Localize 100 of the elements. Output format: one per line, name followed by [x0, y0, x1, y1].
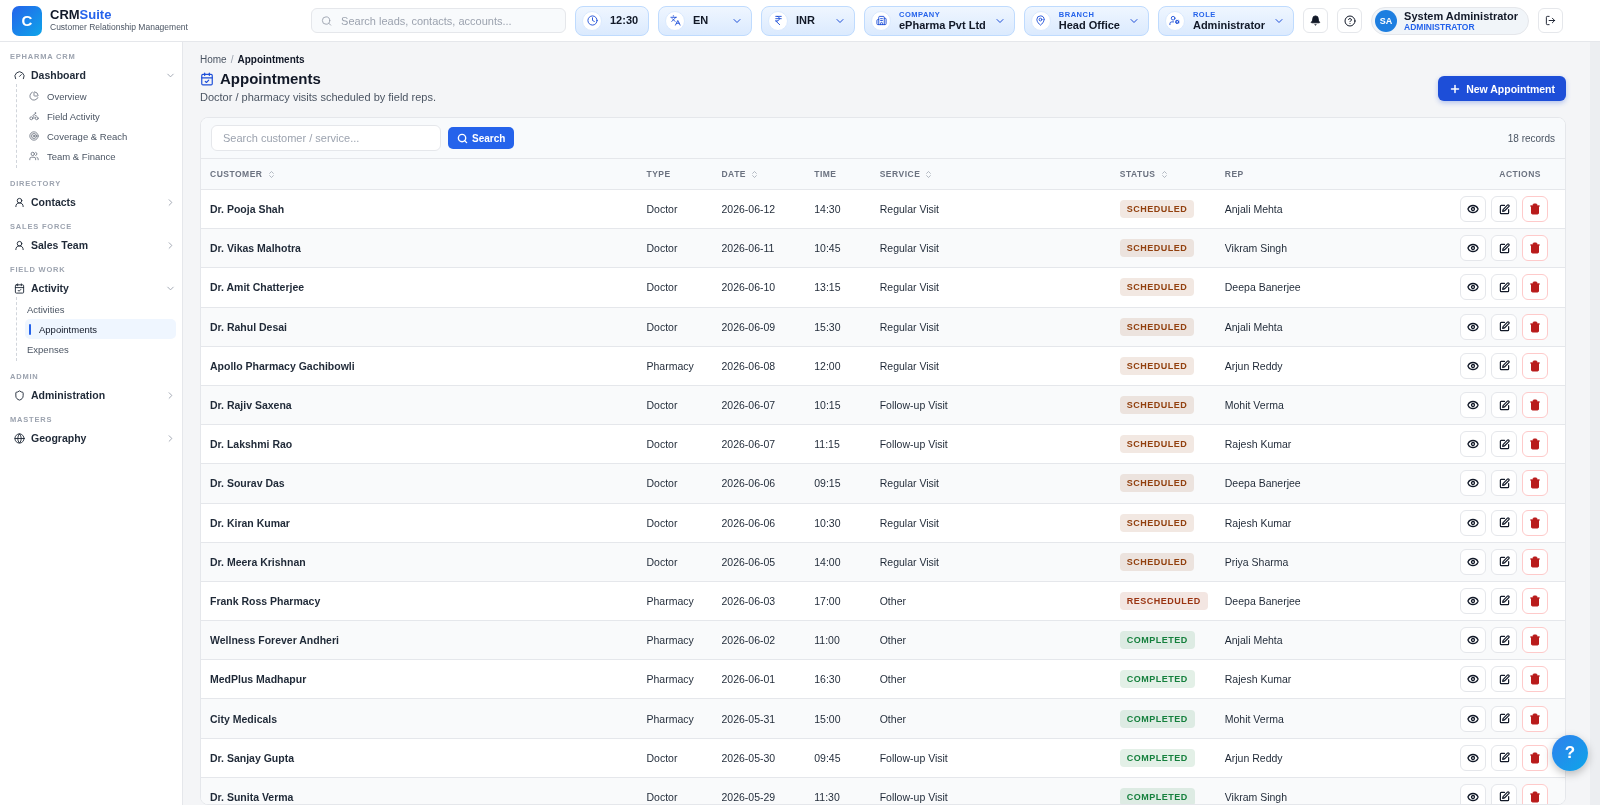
delete-button[interactable]	[1522, 431, 1548, 458]
table-cell: Dr. Sunita Verma	[201, 777, 638, 804]
view-button[interactable]	[1460, 666, 1486, 693]
edit-button[interactable]	[1491, 196, 1517, 223]
delete-button[interactable]	[1522, 548, 1548, 575]
delete-button[interactable]	[1522, 392, 1548, 419]
edit-button[interactable]	[1491, 705, 1517, 732]
nav-subitem[interactable]: Activities	[25, 299, 176, 319]
edit-button[interactable]	[1491, 352, 1517, 379]
time-selector[interactable]: 12:30	[575, 5, 649, 36]
new-appointment-button[interactable]: New Appointment	[1438, 76, 1566, 101]
table-cell: Dr. Lakshmi Rao	[201, 424, 638, 464]
view-button[interactable]	[1460, 783, 1486, 804]
view-button[interactable]	[1460, 274, 1486, 301]
nav-item[interactable]: Dashboard	[10, 66, 176, 84]
table-cell: 2026-05-31	[712, 698, 806, 739]
view-button[interactable]	[1460, 548, 1486, 575]
view-button[interactable]	[1460, 196, 1486, 223]
edit-button[interactable]	[1491, 274, 1517, 301]
nav-subitem[interactable]: Coverage & Reach	[25, 126, 176, 146]
page-subtitle: Doctor / pharmacy visits scheduled by field reps.	[200, 91, 436, 103]
nav-item[interactable]: Activity	[10, 279, 176, 297]
view-button[interactable]	[1460, 431, 1486, 458]
column-header[interactable]: CUSTOMER	[210, 169, 276, 179]
edit-button[interactable]	[1491, 313, 1517, 340]
edit-button[interactable]	[1491, 470, 1517, 497]
search-field[interactable]: Search customer / service...	[211, 125, 441, 151]
edit-icon	[1498, 713, 1510, 725]
column-header[interactable]: STATUS	[1119, 169, 1169, 179]
edit-button[interactable]	[1491, 431, 1517, 458]
search-input[interactable]: Search customer / service...	[221, 131, 431, 145]
delete-button[interactable]	[1522, 744, 1548, 771]
column-header[interactable]: DATE	[721, 169, 759, 179]
nav-subitem[interactable]: Appointments	[25, 319, 176, 339]
view-button[interactable]	[1460, 352, 1486, 379]
language-selector[interactable]: EN	[658, 5, 752, 36]
table-cell: Mohit Verma	[1215, 698, 1407, 739]
table-cell: Doctor	[637, 267, 713, 308]
delete-button[interactable]	[1522, 352, 1548, 379]
nav-subitem[interactable]: Field Activity	[25, 106, 176, 126]
delete-button[interactable]	[1522, 235, 1548, 262]
edit-button[interactable]	[1491, 744, 1517, 771]
nav-subitem[interactable]: Expenses	[25, 339, 176, 359]
trash-icon	[1529, 673, 1541, 686]
eye-icon	[1467, 673, 1479, 686]
delete-button[interactable]	[1522, 783, 1548, 804]
edit-button[interactable]	[1491, 587, 1517, 614]
logout-button[interactable]	[1538, 8, 1563, 33]
view-button[interactable]	[1460, 313, 1486, 340]
logout-icon	[1545, 15, 1556, 26]
edit-button[interactable]	[1491, 235, 1517, 262]
view-button[interactable]	[1460, 392, 1486, 419]
edit-button[interactable]	[1491, 666, 1517, 693]
delete-button[interactable]	[1522, 274, 1548, 301]
edit-button[interactable]	[1491, 783, 1517, 804]
nav-item[interactable]: Contacts	[10, 193, 176, 211]
view-button[interactable]	[1460, 470, 1486, 497]
delete-button[interactable]	[1522, 587, 1548, 614]
search-button[interactable]: Search	[448, 127, 515, 149]
delete-button[interactable]	[1522, 627, 1548, 654]
view-button[interactable]	[1460, 509, 1486, 536]
search-input[interactable]: Search leads, contacts, accounts...	[339, 13, 556, 28]
status-badge: SCHEDULED	[1119, 396, 1195, 415]
view-button[interactable]	[1460, 587, 1486, 614]
delete-button[interactable]	[1522, 313, 1548, 340]
user-menu[interactable]: SA System Administrator ADMINISTRATOR	[1371, 6, 1529, 35]
delete-button[interactable]	[1522, 509, 1548, 536]
column-header[interactable]: SERVICE	[879, 169, 934, 179]
currency-selector[interactable]: INR	[761, 5, 855, 36]
view-button[interactable]	[1460, 235, 1486, 262]
nav-subitem[interactable]: Overview	[25, 86, 176, 106]
eye-icon	[1467, 634, 1479, 647]
trash-icon	[1529, 477, 1541, 490]
view-button[interactable]	[1460, 705, 1486, 732]
table-cell: Doctor	[637, 385, 713, 425]
delete-button[interactable]	[1522, 196, 1548, 223]
notifications-button[interactable]	[1303, 8, 1329, 33]
table-cell: Anjali Mehta	[1215, 620, 1407, 660]
nav-item[interactable]: Administration	[10, 386, 176, 404]
delete-button[interactable]	[1522, 470, 1548, 497]
table-cell: 2026-06-09	[712, 307, 806, 347]
view-button[interactable]	[1460, 627, 1486, 654]
nav-item[interactable]: Sales Team	[10, 236, 176, 254]
delete-button[interactable]	[1522, 705, 1548, 732]
table-cell: 2026-06-02	[712, 620, 806, 660]
help-button[interactable]	[1337, 8, 1363, 33]
delete-button[interactable]	[1522, 666, 1548, 693]
nav-item[interactable]: Geography	[10, 429, 176, 447]
view-button[interactable]	[1460, 744, 1486, 771]
scrollbar[interactable]	[1590, 42, 1600, 805]
nav-subitem[interactable]: Team & Finance	[25, 146, 176, 166]
edit-button[interactable]	[1491, 548, 1517, 575]
table-cell: 2026-06-11	[712, 228, 806, 268]
edit-button[interactable]	[1491, 392, 1517, 419]
selector-value: 12:30	[610, 14, 640, 27]
table-cell: Doctor	[637, 189, 713, 229]
breadcrumb-link[interactable]: Home	[200, 54, 227, 65]
edit-button[interactable]	[1491, 627, 1517, 654]
search-field[interactable]: Search leads, contacts, accounts...	[311, 8, 566, 33]
edit-button[interactable]	[1491, 509, 1517, 536]
